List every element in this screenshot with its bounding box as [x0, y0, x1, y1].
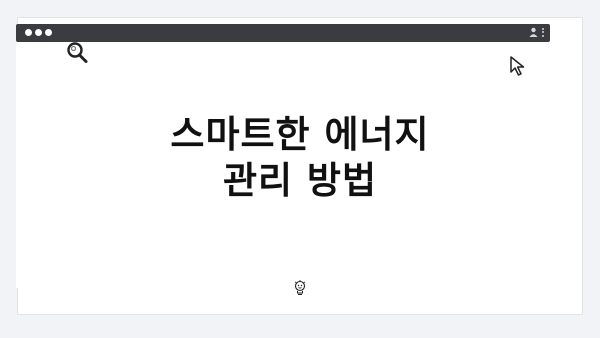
user-icon[interactable] [529, 27, 538, 37]
slide-title-line-1: 스마트한 에너지 [170, 113, 430, 156]
slide-title-line-2: 관리 방법 [222, 159, 378, 202]
kebab-menu-icon[interactable] [542, 27, 544, 37]
window-controls [25, 29, 52, 36]
search-icon [67, 42, 88, 63]
slide-title: 스마트한 에너지 관리 방법 [0, 112, 600, 204]
page-background: { "slide": { "title_line1": "스마트한 에너지", … [0, 0, 600, 338]
close-dot-icon[interactable] [25, 29, 32, 36]
maximize-dot-icon[interactable] [45, 29, 52, 36]
titlebar-actions [529, 27, 544, 37]
browser-titlebar [16, 24, 550, 42]
lightbulb-mascot-icon [294, 280, 306, 295]
cursor-arrow-icon [510, 56, 525, 76]
minimize-dot-icon[interactable] [35, 29, 42, 36]
